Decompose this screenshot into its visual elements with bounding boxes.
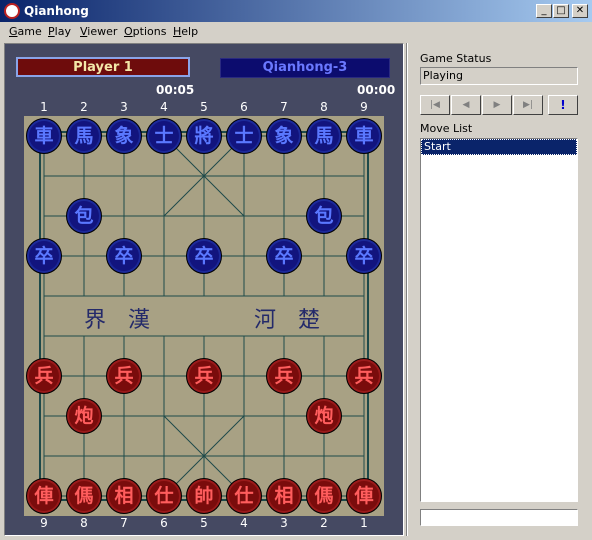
bottom-file-label: 5 — [200, 516, 208, 530]
top-file-label: 1 — [40, 100, 48, 114]
minimize-button[interactable]: _ — [536, 4, 552, 18]
bottom-file-label: 6 — [160, 516, 168, 530]
first-move-icon: |◀ — [430, 100, 440, 110]
river-text-3: 河 — [254, 308, 277, 333]
first-move-button[interactable]: |◀ — [420, 95, 450, 115]
black-piece[interactable]: 包 — [306, 198, 342, 234]
red-player-clock: 00:05 — [156, 83, 195, 97]
game-status-field: Playing — [420, 67, 578, 85]
black-piece[interactable]: 象 — [106, 118, 142, 154]
black-player-name: Qianhong-3 — [220, 58, 390, 78]
black-piece[interactable]: 卒 — [106, 238, 142, 274]
move-list[interactable]: Start — [420, 138, 578, 502]
red-piece[interactable]: 兵 — [186, 358, 222, 394]
red-piece[interactable]: 傌 — [306, 478, 342, 514]
red-piece[interactable]: 仕 — [146, 478, 182, 514]
black-piece[interactable]: 將 — [186, 118, 222, 154]
black-piece[interactable]: 士 — [226, 118, 262, 154]
last-move-icon: ▶| — [523, 100, 533, 110]
river-text-4: 楚 — [298, 308, 321, 333]
black-piece[interactable]: 士 — [146, 118, 182, 154]
red-piece[interactable]: 俥 — [26, 478, 62, 514]
top-file-label: 6 — [240, 100, 248, 114]
menu-viewer[interactable]: Viewer — [80, 25, 117, 38]
black-piece[interactable]: 包 — [66, 198, 102, 234]
menu-bar: Game Play Viewer Options Help — [0, 22, 592, 41]
black-piece[interactable]: 象 — [266, 118, 302, 154]
black-piece[interactable]: 卒 — [186, 238, 222, 274]
bottom-file-label: 4 — [240, 516, 248, 530]
top-file-label: 9 — [360, 100, 368, 114]
app-icon — [4, 3, 20, 19]
bottom-file-label: 1 — [360, 516, 368, 530]
red-piece[interactable]: 傌 — [66, 478, 102, 514]
close-button[interactable]: ✕ — [572, 4, 588, 18]
bottom-file-label: 3 — [280, 516, 288, 530]
red-piece[interactable]: 炮 — [66, 398, 102, 434]
red-piece[interactable]: 相 — [266, 478, 302, 514]
top-file-label: 4 — [160, 100, 168, 114]
top-file-label: 8 — [320, 100, 328, 114]
next-move-button[interactable]: ▶ — [482, 95, 512, 115]
red-piece[interactable]: 兵 — [266, 358, 302, 394]
river-text-1: 界 — [84, 308, 107, 333]
bottom-file-label: 7 — [120, 516, 128, 530]
last-move-button[interactable]: ▶| — [513, 95, 543, 115]
red-piece[interactable]: 兵 — [26, 358, 62, 394]
next-move-icon: ▶ — [493, 100, 501, 110]
panel-splitter[interactable] — [406, 43, 408, 536]
black-piece[interactable]: 馬 — [66, 118, 102, 154]
bottom-file-label: 8 — [80, 516, 88, 530]
move-list-item[interactable]: Start — [421, 139, 577, 155]
black-piece[interactable]: 馬 — [306, 118, 342, 154]
top-file-label: 2 — [80, 100, 88, 114]
menu-help[interactable]: Help — [173, 25, 198, 38]
red-piece[interactable]: 相 — [106, 478, 142, 514]
top-file-label: 5 — [200, 100, 208, 114]
menu-game[interactable]: Game — [9, 25, 42, 38]
red-piece[interactable]: 帥 — [186, 478, 222, 514]
red-piece[interactable]: 炮 — [306, 398, 342, 434]
menu-options[interactable]: Options — [124, 25, 166, 38]
xiangqi-board[interactable] — [24, 116, 384, 516]
menu-play[interactable]: Play — [48, 25, 71, 38]
black-piece[interactable]: 車 — [26, 118, 62, 154]
window-title: Qianhong — [24, 4, 89, 18]
previous-move-icon: ◀ — [462, 100, 470, 110]
move-list-label: Move List — [420, 122, 473, 135]
black-piece[interactable]: 車 — [346, 118, 382, 154]
river-text-2: 漢 — [128, 308, 151, 333]
black-piece[interactable]: 卒 — [346, 238, 382, 274]
top-file-label: 7 — [280, 100, 288, 114]
game-status-label: Game Status — [420, 52, 492, 65]
previous-move-button[interactable]: ◀ — [451, 95, 481, 115]
red-piece[interactable]: 仕 — [226, 478, 262, 514]
move-comment-field[interactable] — [420, 509, 578, 526]
black-piece[interactable]: 卒 — [26, 238, 62, 274]
red-piece[interactable]: 俥 — [346, 478, 382, 514]
red-piece[interactable]: 兵 — [106, 358, 142, 394]
bottom-file-label: 2 — [320, 516, 328, 530]
title-bar[interactable]: Qianhong _ □ ✕ — [0, 0, 592, 22]
maximize-button[interactable]: □ — [553, 4, 569, 18]
red-piece[interactable]: 兵 — [346, 358, 382, 394]
black-player-clock: 00:00 — [357, 83, 396, 97]
top-file-label: 3 — [120, 100, 128, 114]
bottom-file-label: 9 — [40, 516, 48, 530]
hint-icon: ! — [560, 98, 566, 112]
red-player-name: Player 1 — [16, 57, 190, 77]
hint-button[interactable]: ! — [548, 95, 578, 115]
black-piece[interactable]: 卒 — [266, 238, 302, 274]
